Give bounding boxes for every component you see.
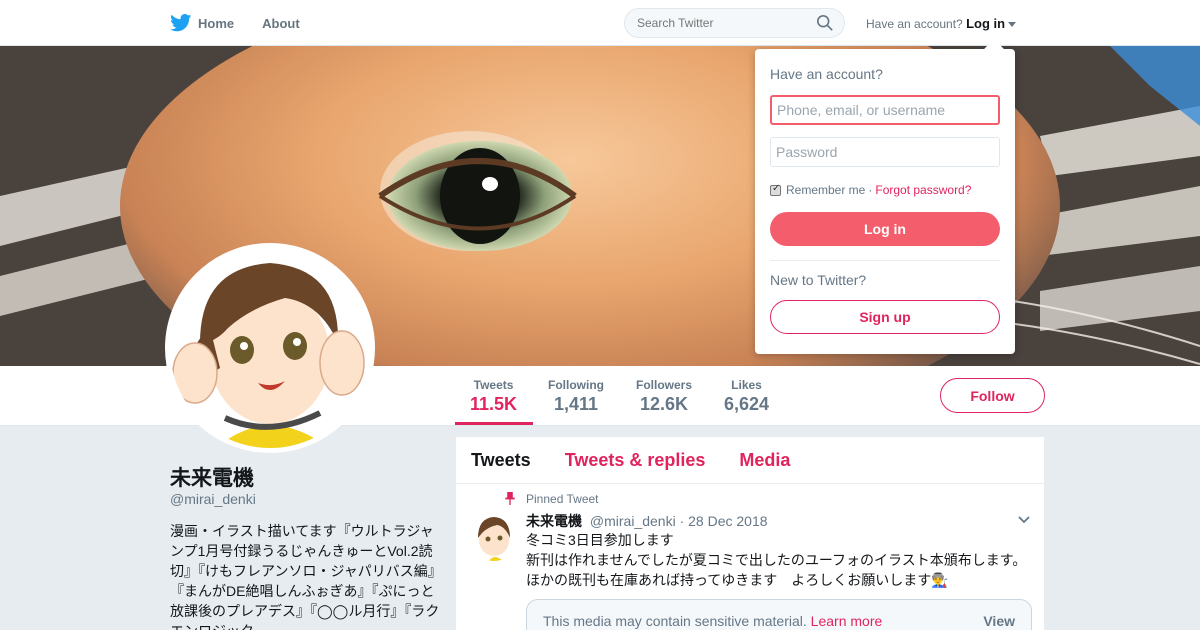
nav-home[interactable]: Home [170,14,234,32]
divider [770,260,1000,261]
search-input[interactable] [624,8,845,38]
pin-icon [505,492,515,505]
stat-value: 1,411 [553,394,599,414]
login-button[interactable]: Log in [770,212,1000,246]
stat-label: Likes [731,378,762,392]
sensitive-media-notice: This media may contain sensitive materia… [526,599,1032,630]
tab-tweets-replies[interactable]: Tweets & replies [565,450,706,471]
stat-tweets[interactable]: Tweets 11.5K [470,378,517,415]
remember-label[interactable]: Remember me [786,183,865,197]
remember-row: Remember me · Forgot password? [770,183,971,197]
tweet-author-handle[interactable]: @mirai_denki [590,513,676,529]
nav-home-label: Home [198,15,235,31]
signup-button[interactable]: Sign up [770,300,1000,334]
login-dropdown: Have an account? Remember me · Forgot pa… [755,39,1015,354]
caret-down-icon [1008,22,1017,28]
tab-tweets[interactable]: Tweets [471,450,531,471]
avatar[interactable] [165,243,375,453]
timeline: Tweets Tweets & replies Media Pinned Twe… [456,437,1044,630]
stat-value: 6,624 [724,394,770,414]
username-field[interactable] [770,95,1000,125]
remember-checkbox[interactable] [770,183,781,196]
stat-label: Following [548,378,604,392]
top-nav: Home About Have an account? Log in [0,0,1200,46]
tweet-line: ほかの既刊も在庫あれば持ってゆきます よろしくお願いします👨‍🏭 [526,572,949,588]
password-field[interactable] [770,137,1000,167]
stat-label: Followers [636,378,693,392]
tweet-line: 新刊は作れませんでしたが夏コミで出したのユーフォのイラスト本頒布します。 [526,552,1027,568]
login-title: Have an account? [770,66,883,82]
tab-media[interactable]: Media [739,450,790,471]
stat-value: 11.5K [470,394,518,414]
view-button[interactable]: View [983,613,1015,629]
stat-following[interactable]: Following 1,411 [548,378,604,415]
learn-more-link[interactable]: Learn more [811,613,883,629]
tweet-date[interactable]: · 28 Dec 2018 [680,513,768,529]
tweet-text: 冬コミ3日目参加します 新刊は作れませんでしたが夏コミで出したのユーフォのイラス… [526,530,1036,590]
have-account-text: Have an account? [866,17,963,31]
search-icon[interactable] [816,14,834,32]
twitter-bird-icon [170,14,192,32]
tweet-avatar-image [470,513,518,561]
login-toggle[interactable]: Have an account? Log in [866,16,1017,31]
profile-bio: 漫画・イラスト描いてます『ウルトラジャンプ1月号付録うるじゃんきゅーとVol.2… [170,523,440,630]
timeline-tabs: Tweets Tweets & replies Media [456,437,1044,484]
stat-followers[interactable]: Followers 12.6K [636,378,692,415]
nav-about-label: About [262,15,300,31]
active-tab-indicator [455,422,533,425]
tweet-author-name[interactable]: 未来電機 [526,513,582,529]
profile-handle: @mirai_denki [170,491,256,507]
pinned-label: Pinned Tweet [526,492,599,506]
nav-about[interactable]: About [262,16,300,31]
sensitive-text: This media may contain sensitive materia… [543,613,807,629]
tweet-avatar[interactable] [470,513,518,561]
tweet-header: 未来電機 @mirai_denki · 28 Dec 2018 [526,511,768,531]
stat-value: 12.6K [639,394,689,414]
tweet-line: 冬コミ3日目参加します [526,532,674,548]
nav-left: Home About [170,0,328,46]
follow-button[interactable]: Follow [940,378,1045,413]
stat-likes[interactable]: Likes 6,624 [724,378,769,415]
chevron-down-icon[interactable] [1018,516,1030,524]
forgot-password-link[interactable]: Forgot password? [875,183,971,197]
stat-label: Tweets [473,378,514,392]
separator: · [868,183,873,197]
avatar-image [170,248,370,448]
new-to-twitter-label: New to Twitter? [770,272,867,288]
login-link[interactable]: Log in [966,16,1005,31]
profile-name: 未来電機 [170,467,254,490]
